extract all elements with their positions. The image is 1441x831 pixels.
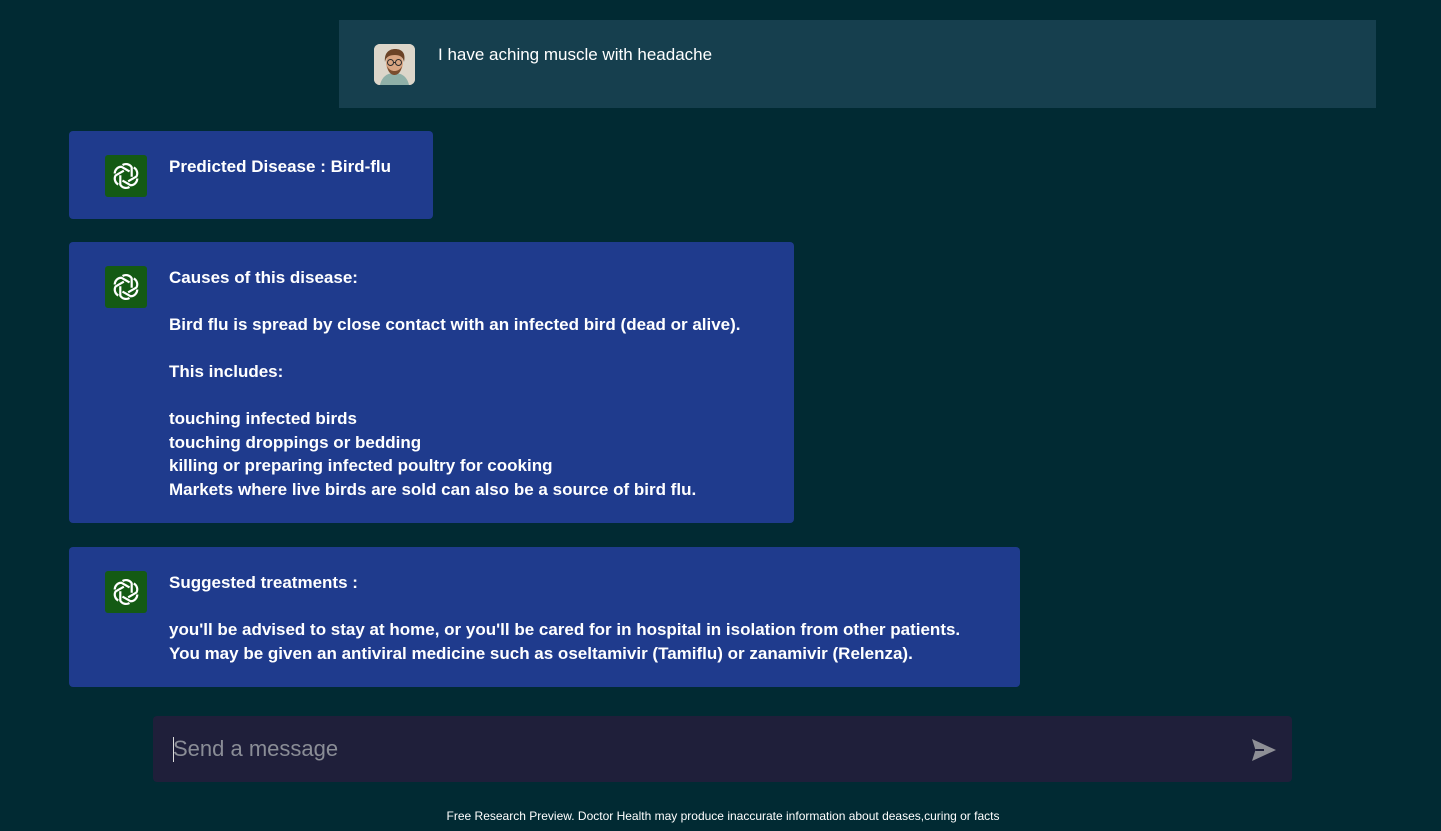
chat-page: I have aching muscle with headache Predi… bbox=[0, 0, 1441, 831]
message-composer bbox=[153, 716, 1292, 782]
openai-logo-icon bbox=[105, 571, 147, 613]
user-message: I have aching muscle with headache bbox=[339, 20, 1376, 108]
bot-message-text: Predicted Disease : Bird-flu bbox=[169, 157, 392, 176]
openai-logo-icon bbox=[105, 266, 147, 308]
user-message-text: I have aching muscle with headache bbox=[438, 45, 713, 64]
bot-message-prediction: Predicted Disease : Bird-flu bbox=[69, 131, 433, 219]
bot-message-text: Suggested treatments : you'll be advised… bbox=[169, 573, 961, 663]
text-caret bbox=[173, 737, 174, 762]
footer-disclaimer: Free Research Preview. Doctor Health may… bbox=[446, 809, 1000, 823]
bot-message-text: Causes of this disease: Bird flu is spre… bbox=[169, 268, 741, 499]
openai-logo-icon bbox=[105, 155, 147, 197]
user-avatar bbox=[374, 44, 415, 85]
send-icon bbox=[1252, 739, 1276, 761]
bot-message-causes: Causes of this disease: Bird flu is spre… bbox=[69, 242, 794, 523]
message-input[interactable] bbox=[173, 733, 1223, 765]
send-button[interactable] bbox=[1250, 736, 1278, 764]
bot-message-treatments: Suggested treatments : you'll be advised… bbox=[69, 547, 1020, 687]
user-avatar-photo-icon bbox=[374, 44, 415, 85]
